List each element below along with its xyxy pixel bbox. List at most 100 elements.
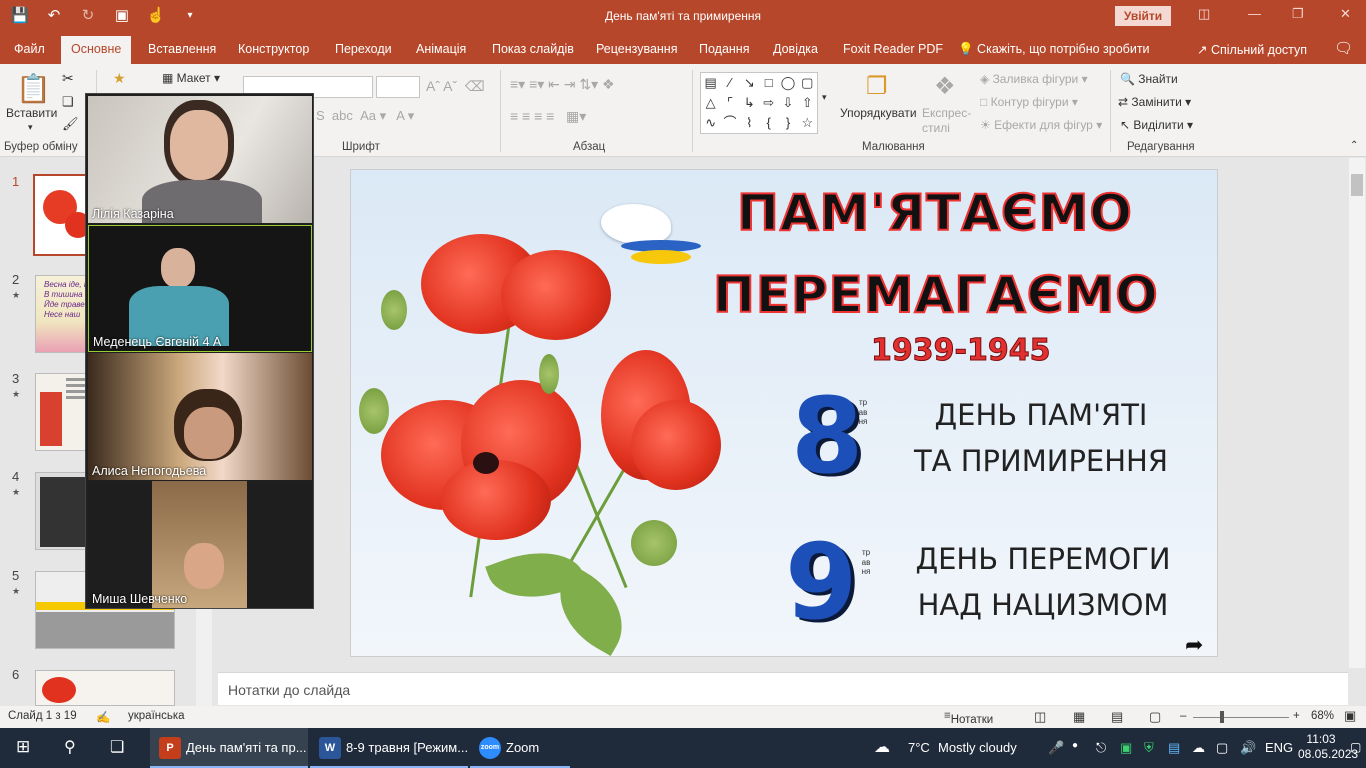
participant-tile[interactable]: Алиса Непогодьева (88, 353, 312, 480)
shapes-more-icon[interactable]: ▾ (822, 92, 827, 103)
tab-design[interactable]: Конструктор (238, 42, 309, 56)
paste-button[interactable]: Вставити (6, 106, 57, 120)
quick-styles-button[interactable]: Експрес-стилі (922, 106, 972, 136)
microphone-icon[interactable]: 🎤 (1048, 740, 1064, 756)
onedrive-icon[interactable]: ☁ (1192, 740, 1205, 756)
font-format-icons[interactable]: S abc Aa ▾ A ▾ (316, 108, 414, 124)
star-shape-icon[interactable]: ☆ (798, 113, 817, 133)
rect-shape-icon[interactable]: □ (759, 73, 778, 93)
right-arrow-shape-icon[interactable]: ⇨ (759, 93, 778, 113)
minimize-icon[interactable]: — (1248, 6, 1261, 21)
participant-tile[interactable]: Лілія Казаріна (88, 96, 312, 223)
tab-slideshow[interactable]: Показ слайдів (492, 42, 574, 56)
taskbar-app-word[interactable]: W 8-9 травня [Режим... (310, 728, 468, 768)
comments-icon[interactable]: 🗨 (1334, 39, 1353, 57)
line-shape-icon[interactable]: ∕ (720, 73, 739, 93)
close-icon[interactable]: ✕ (1340, 6, 1351, 22)
elbow-arrow-icon[interactable]: ↳ (740, 93, 759, 113)
tab-transitions[interactable]: Переходи (335, 42, 392, 56)
oval-shape-icon[interactable]: ◯ (778, 73, 797, 93)
bullets-icons[interactable]: ≡▾ ≡▾ ⇤ ⇥ ⇅▾ ❖ (510, 76, 615, 93)
zoom-slider-thumb[interactable] (1220, 711, 1224, 723)
reading-view-icon[interactable]: ▤ (1111, 709, 1123, 725)
ribbon-display-icon[interactable]: ◫ (1198, 6, 1210, 22)
arrow-line-icon[interactable]: ↘ (740, 73, 759, 93)
notifications-icon[interactable]: ▢ (1350, 740, 1361, 754)
font-size-field[interactable] (376, 76, 420, 98)
copy-icon[interactable]: ❏ (62, 94, 74, 110)
zoom-video-panel[interactable]: Лілія Казаріна Меденець Євгеній 4 А Алис… (85, 93, 314, 609)
arrange-button[interactable]: Упорядкувати (840, 106, 917, 120)
collapse-ribbon-icon[interactable]: ⌃ (1350, 140, 1358, 151)
rounded-rect-icon[interactable]: ▢ (798, 73, 817, 93)
brace-right-icon[interactable]: } (778, 113, 797, 133)
alignment-icons[interactable]: ≡ ≡ ≡ ≡ ▦▾ (510, 108, 586, 125)
normal-view-icon[interactable]: ◫ (1034, 709, 1046, 725)
layout-button[interactable]: ▦ Макет ▾ (162, 71, 220, 85)
freeform-icon[interactable]: ⌇ (740, 113, 759, 133)
format-painter-icon[interactable]: 🖌 (62, 116, 79, 132)
zoom-level[interactable]: 68% (1311, 710, 1334, 722)
start-windows-icon[interactable]: ⊞ (16, 737, 30, 757)
arrange-icon[interactable]: ❐ (866, 72, 888, 101)
sign-in-button[interactable]: Увійти (1115, 6, 1171, 26)
shapes-gallery[interactable]: ▤ ∕ ↘ □ ◯ ▢ △ ⌜ ↳ ⇨ ⇩ ⇧ ∿ ⌒ ⌇{} ☆ (700, 72, 818, 134)
network-icon[interactable]: ▢ (1216, 740, 1228, 756)
tab-insert[interactable]: Вставлення (148, 42, 216, 56)
more-shapes-icon[interactable]: ⇧ (798, 93, 817, 113)
paste-icon[interactable]: 📋 (16, 72, 51, 105)
search-icon[interactable]: ⚲ (64, 737, 76, 757)
quick-styles-icon[interactable]: ❖ (934, 72, 956, 101)
participant-tile[interactable]: Миша Шевченко (88, 481, 312, 608)
triangle-shape-icon[interactable]: △ (701, 93, 720, 113)
thumbnail-slide-6[interactable] (35, 670, 175, 706)
slide[interactable]: ПАМ'ЯТАЄМО ПЕРЕМАГАЄМО 1939-1945 8 травн… (350, 169, 1218, 657)
tab-foxit[interactable]: Foxit Reader PDF (843, 42, 943, 56)
shape-effects-button[interactable]: ☀ Ефекти для фігур ▾ (980, 118, 1102, 132)
arc-shape-icon[interactable]: ⌒ (720, 113, 739, 133)
tell-me-search[interactable]: 💡 Скажіть, що потрібно зробити (958, 42, 1150, 57)
slide-sorter-icon[interactable]: ▦ (1073, 709, 1085, 725)
tab-help[interactable]: Довідка (773, 42, 818, 56)
tab-view[interactable]: Подання (699, 42, 749, 56)
notes-toggle[interactable]: ≡ Нотатки (944, 710, 993, 726)
app-tray-icon[interactable]: ▣ (1120, 740, 1132, 756)
clock[interactable]: 11:03 08.05.2023 (1298, 732, 1358, 762)
share-button[interactable]: ↗ Спільний доступ (1197, 42, 1307, 57)
zoom-tray-icon[interactable]: ● (1072, 740, 1078, 751)
restore-icon[interactable]: ❐ (1292, 6, 1304, 22)
zoom-out-icon[interactable]: – (1180, 710, 1186, 722)
tab-home[interactable]: Основне (61, 36, 132, 64)
language-indicator[interactable]: українська (128, 710, 185, 722)
tab-review[interactable]: Рецензування (596, 42, 677, 56)
taskbar-app-powerpoint[interactable]: P День пам'яті та пр... (150, 728, 308, 768)
participant-tile[interactable]: Меденець Євгеній 4 А (88, 225, 312, 352)
zoom-in-icon[interactable]: + (1293, 710, 1300, 722)
next-arrow-icon[interactable]: ➦ (1185, 632, 1203, 656)
replace-button[interactable]: ⇄ Замінити ▾ (1118, 95, 1191, 109)
brace-left-icon[interactable]: { (759, 113, 778, 133)
down-arrow-shape-icon[interactable]: ⇩ (778, 93, 797, 113)
tab-file[interactable]: Файл (14, 42, 45, 56)
textbox-shape-icon[interactable]: ▤ (701, 73, 720, 93)
slideshow-view-icon[interactable]: ▢ (1149, 709, 1161, 725)
fit-slide-icon[interactable]: ▣ (1344, 708, 1356, 724)
task-view-icon[interactable]: ❏ (110, 737, 124, 757)
volume-icon[interactable]: 🔊 (1240, 740, 1256, 756)
new-slide-icon[interactable]: ★ (113, 70, 126, 87)
tray-app-icon[interactable]: ▤ (1168, 740, 1180, 756)
elbow-connector-icon[interactable]: ⌜ (720, 93, 739, 113)
usb-icon[interactable]: ⎋ (1096, 740, 1106, 756)
defender-icon[interactable]: ⛨ (1144, 740, 1154, 756)
taskbar-app-zoom[interactable]: zoom Zoom (470, 728, 570, 768)
shape-fill-button[interactable]: ◈ Заливка фігури ▾ (980, 72, 1088, 86)
weather-desc[interactable]: Mostly cloudy (938, 740, 1017, 755)
spellcheck-icon[interactable]: ✍ (96, 710, 110, 724)
input-language[interactable]: ENG (1265, 740, 1293, 755)
scrollbar-thumb[interactable] (1351, 174, 1363, 196)
font-grow-icon[interactable]: Aˆ Aˇ ⌫ (426, 78, 485, 95)
cut-icon[interactable]: ✂ (62, 70, 74, 87)
slide-scrollbar[interactable] (1349, 158, 1365, 668)
notes-pane[interactable]: Нотатки до слайда (218, 672, 1348, 705)
shape-outline-button[interactable]: □ Контур фігури ▾ (980, 95, 1078, 109)
